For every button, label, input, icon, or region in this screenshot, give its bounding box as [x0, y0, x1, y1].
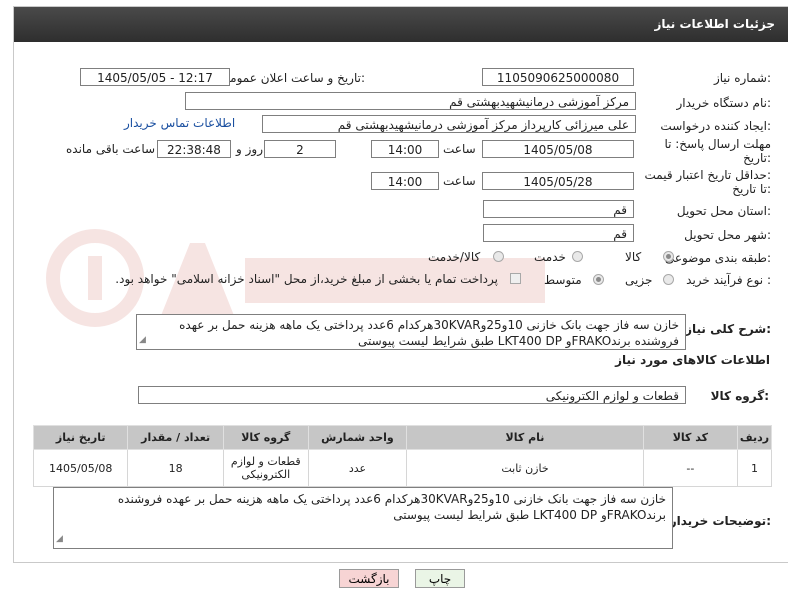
process-label: نوع فرآیند خرید : — [686, 273, 771, 287]
cell-date: 1405/05/08 — [32, 449, 129, 487]
cell-name: خازن ثابت — [406, 449, 644, 487]
category-radio-service[interactable] — [572, 251, 583, 262]
summary-text: خازن سه فاز جهت بانک خازنی 10و25و30KVARه… — [179, 318, 679, 348]
remaining-time-field: 22:38:48 — [157, 140, 231, 158]
process-option-minor: جزیی — [625, 273, 653, 287]
deadline-time-label: ساعت — [443, 142, 476, 156]
goods-group-field: قطعات و لوازم الکترونیکی — [138, 386, 686, 404]
category-option-goods-service: کالا/خدمت — [428, 250, 481, 264]
validity-date-field: 1405/05/28 — [482, 172, 634, 190]
requester-field: علی میرزائی کارپرداز مرکز آموزشی درمانیش… — [262, 115, 636, 133]
treasury-payment-checkbox[interactable] — [510, 273, 521, 284]
process-radio-medium[interactable] — [593, 274, 604, 285]
city-field: قم — [483, 224, 634, 242]
days-remaining-field: 2 — [264, 140, 336, 158]
category-label: طبقه بندی موضوعی: — [664, 251, 771, 265]
remaining-time-label: ساعت باقی مانده — [66, 142, 156, 156]
buyer-contact-link[interactable]: اطلاعات تماس خریدار — [124, 116, 235, 130]
deadline-label-2: تاریخ: — [743, 151, 771, 165]
cell-code: -- — [642, 449, 739, 487]
goods-table-header: ردیف کد کالا نام کالا واحد شمارش گروه کا… — [32, 425, 772, 450]
province-field: قم — [483, 200, 634, 218]
city-label: شهر محل تحویل: — [684, 228, 771, 242]
process-radio-minor[interactable] — [663, 274, 674, 285]
category-radio-goods-service[interactable] — [493, 251, 504, 262]
validity-label-2: تا تاریخ: — [732, 182, 771, 196]
category-option-goods: کالا — [625, 250, 642, 264]
days-label: روز و — [236, 142, 263, 156]
col-code: کد کالا — [642, 425, 739, 450]
process-option-medium: متوسط — [544, 273, 582, 287]
validity-time-field: 14:00 — [371, 172, 439, 190]
deadline-date-field: 1405/05/08 — [482, 140, 634, 158]
buyer-org-field: مرکز آموزشی درمانیشهیدبهشتی قم — [185, 92, 636, 110]
cell-row: 1 — [737, 449, 772, 487]
col-name: نام کالا — [406, 425, 644, 450]
province-label: استان محل تحویل: — [676, 204, 771, 218]
goods-group-label: گروه کالا: — [710, 389, 769, 403]
col-row: ردیف — [737, 425, 772, 450]
need-number-label: شماره نیاز: — [713, 71, 771, 85]
buyer-org-label: نام دستگاه خریدار: — [676, 96, 772, 110]
deadline-label: مهلت ارسال پاسخ: تا — [664, 137, 771, 151]
back-button[interactable]: بازگشت — [339, 569, 399, 588]
summary-label: شرح کلی نیاز: — [685, 322, 771, 336]
goods-table: ردیف کد کالا نام کالا واحد شمارش گروه کا… — [32, 425, 772, 487]
category-radio-goods[interactable] — [663, 251, 674, 262]
title-bar: جزئیات اطلاعات نیاز — [14, 7, 788, 42]
validity-time-label: ساعت — [443, 174, 476, 188]
treasury-payment-note: پرداخت تمام یا بخشی از مبلغ خرید،از محل … — [115, 272, 498, 286]
buyer-notes-label: توضیحات خریدار: — [669, 514, 771, 528]
announce-label: تاریخ و ساعت اعلان عمومی: — [220, 71, 365, 85]
validity-label: حداقل تاریخ اعتبار قیمت: — [644, 168, 771, 182]
need-number-field: 1105090625000080 — [482, 68, 634, 86]
goods-section-title: اطلاعات کالاهای مورد نیاز — [615, 353, 770, 367]
resize-grip-icon[interactable]: ◢ — [56, 531, 63, 547]
cell-qty: 18 — [127, 449, 224, 487]
col-group: گروه کالا — [222, 425, 309, 450]
announce-datetime-field: 1405/05/05 - 12:17 — [80, 68, 230, 86]
deadline-time-field: 14:00 — [371, 140, 439, 158]
col-date: تاریخ نیاز — [32, 425, 129, 450]
requester-label: ایجاد کننده درخواست: — [660, 119, 771, 133]
col-unit: واحد شمارش — [307, 425, 408, 450]
print-button[interactable]: چاپ — [415, 569, 465, 588]
category-option-service: خدمت — [534, 250, 566, 264]
summary-textarea: خازن سه فاز جهت بانک خازنی 10و25و30KVARه… — [136, 314, 686, 350]
page-title: جزئیات اطلاعات نیاز — [654, 17, 775, 31]
cell-unit: عدد — [307, 449, 408, 487]
buyer-notes-text: خازن سه فاز جهت بانک خازنی 10و25و30KVARه… — [117, 492, 666, 522]
col-qty: تعداد / مقدار — [127, 425, 224, 450]
table-row[interactable]: 1 -- خازن ثابت عدد قطعات و لوازم الکترون… — [32, 449, 772, 487]
cell-group: قطعات و لوازم الکترونیکی — [222, 449, 309, 487]
resize-grip-icon[interactable]: ◢ — [139, 332, 146, 348]
buyer-notes-textarea: خازن سه فاز جهت بانک خازنی 10و25و30KVARه… — [53, 487, 673, 549]
